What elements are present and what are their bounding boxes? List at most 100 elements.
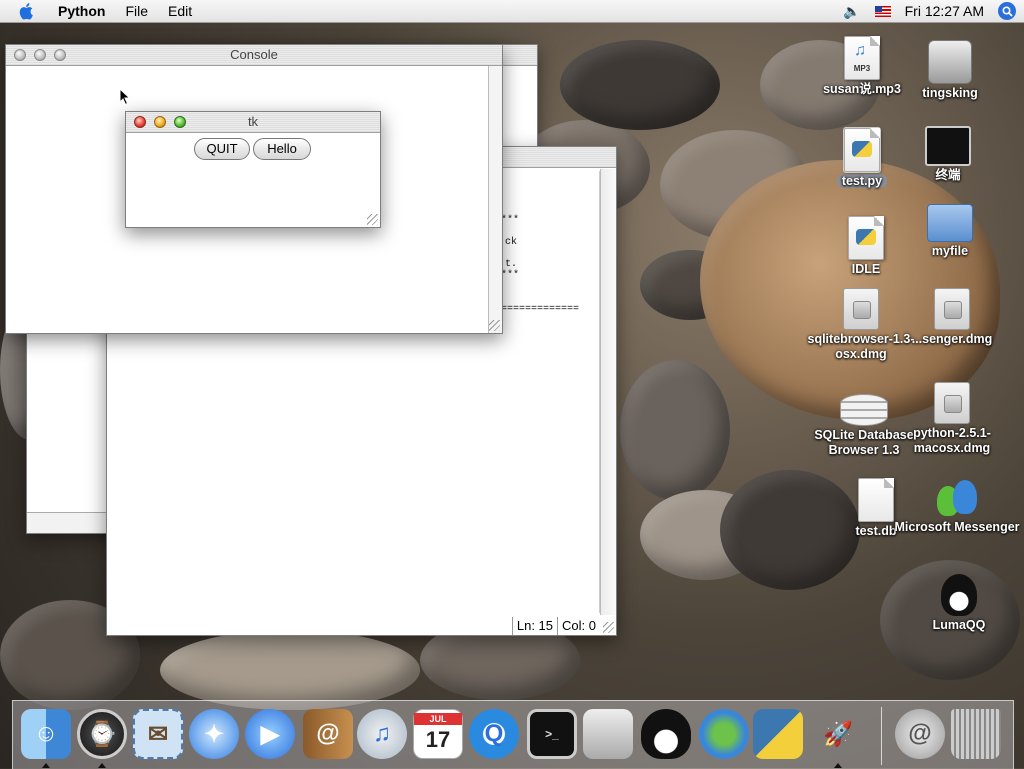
desktop-icon-mp3[interactable]: MP3 ♫ susan说.mp3 — [814, 36, 910, 97]
tk-titlebar[interactable]: tk — [126, 112, 380, 133]
zoom-button[interactable] — [54, 49, 66, 61]
menu-bar: Python File Edit 🔈 Fri 12:27 AM — [0, 0, 1024, 23]
disk-image-icon — [934, 382, 970, 424]
safari-dock-icon[interactable]: ✦ — [189, 709, 239, 759]
desktop-icon-test-py[interactable]: test.py — [814, 127, 910, 189]
tk-title: tk — [247, 114, 259, 129]
quit-button[interactable]: QUIT — [194, 138, 250, 160]
editor-line: *** — [501, 215, 520, 226]
icon-label: test.py — [836, 174, 888, 188]
minimize-button[interactable] — [154, 116, 166, 128]
line-number: Ln: 15 — [511, 617, 557, 635]
running-indicator — [834, 763, 842, 768]
icon-label: ...senger.dmg — [911, 332, 993, 346]
desktop-icon-idle[interactable]: IDLE — [818, 216, 914, 277]
mail-dock-icon[interactable]: ✉ — [133, 709, 183, 759]
column-number: Col: 0 — [557, 617, 600, 635]
editor-scrollbar[interactable] — [600, 169, 616, 615]
file-menu[interactable]: File — [115, 3, 158, 19]
resize-grip[interactable] — [603, 622, 614, 633]
tk-window[interactable]: tk QUIT Hello — [125, 111, 381, 228]
penguin-icon — [941, 574, 977, 616]
folder-icon — [927, 204, 973, 242]
rocket-dock-icon[interactable]: 🚀 — [813, 709, 863, 759]
database-icon — [840, 394, 888, 426]
us-flag-input-icon[interactable] — [874, 5, 891, 17]
mouse-cursor-icon — [119, 88, 131, 106]
finder-dock-icon[interactable]: ☺ — [21, 709, 71, 759]
editor-status-bar: Ln: 15 Col: 0 — [511, 617, 600, 635]
desktop-icon-sqlite-browser[interactable]: SQLite Database Browser 1.3 — [810, 394, 918, 458]
system-preferences-dock-icon[interactable] — [583, 709, 633, 759]
running-indicator — [98, 763, 106, 768]
console-titlebar[interactable]: Console — [6, 45, 502, 66]
console-scrollbar[interactable] — [488, 66, 502, 333]
address-book-dock-icon[interactable]: @ — [303, 709, 353, 759]
editor-line: ============= — [501, 304, 580, 315]
lumaqq-dock-icon[interactable] — [641, 709, 691, 759]
messenger-dock-icon[interactable] — [699, 709, 749, 759]
terminal-dock-icon[interactable]: >_ — [527, 709, 577, 759]
itunes-dock-icon[interactable]: ♫ — [357, 709, 407, 759]
quicktime-dock-icon[interactable]: Q — [469, 709, 519, 759]
desktop-icon-myfile[interactable]: myfile — [902, 200, 998, 259]
terminal-icon — [925, 126, 971, 166]
close-button[interactable] — [14, 49, 26, 61]
zoom-button[interactable] — [174, 116, 186, 128]
trash-dock-icon[interactable] — [951, 709, 1001, 759]
desktop-icon-messenger-dmg[interactable]: ...senger.dmg — [904, 288, 1000, 347]
dock: ☺ ⌚ ✉ ✦ ▶ @ ♫ JUL 17 Q >_ 🚀 @ — [12, 700, 1014, 769]
minimize-button[interactable] — [34, 49, 46, 61]
python-launcher-dock-icon[interactable] — [753, 709, 803, 759]
desktop-icon-terminal[interactable]: 终端 — [900, 126, 996, 183]
mp3-file-icon: MP3 ♫ — [844, 36, 880, 80]
dashboard-dock-icon[interactable]: ⌚ — [77, 709, 127, 759]
icon-label: sqlitebrowser-1.3-osx.dmg — [807, 332, 915, 361]
desktop-icon-hard-drive[interactable]: tingsking — [902, 40, 998, 101]
icon-label: LumaQQ — [932, 618, 986, 632]
desktop-icon-microsoft-messenger[interactable]: Microsoft Messenger — [890, 478, 1024, 535]
editor-line: ck — [505, 237, 518, 248]
editor-line: *** — [501, 270, 520, 281]
resize-grip[interactable] — [367, 214, 378, 225]
document-icon — [858, 478, 894, 522]
desktop-icon-python-dmg[interactable]: python-2.5.1-macosx.dmg — [904, 382, 1000, 456]
disk-image-icon — [934, 288, 970, 330]
app-menu[interactable]: Python — [48, 3, 115, 19]
volume-icon[interactable]: 🔈 — [843, 3, 860, 20]
running-indicator — [42, 763, 50, 768]
desktop-icon-sqlitebrowser-dmg[interactable]: sqlitebrowser-1.3-osx.dmg — [806, 288, 916, 362]
email-stamp-dock-icon[interactable]: @ — [895, 709, 945, 759]
disk-image-icon — [843, 288, 879, 330]
hard-drive-icon — [928, 40, 972, 84]
icon-label: Microsoft Messenger — [894, 520, 1020, 534]
close-button[interactable] — [134, 116, 146, 128]
edit-menu[interactable]: Edit — [158, 3, 202, 19]
clock[interactable]: Fri 12:27 AM — [905, 3, 984, 19]
icon-label: IDLE — [851, 262, 881, 276]
desktop-icon-lumaqq[interactable]: LumaQQ — [911, 574, 1007, 633]
messenger-icon — [935, 478, 979, 518]
calendar-day: 17 — [425, 727, 451, 752]
dock-separator — [881, 707, 882, 765]
idle-icon — [848, 216, 884, 260]
background-window-bottom-strip — [27, 512, 107, 533]
window-controls — [14, 49, 66, 61]
console-title: Console — [230, 47, 278, 62]
spotlight-icon[interactable] — [998, 2, 1016, 20]
python-file-icon — [843, 127, 881, 173]
icon-label: tingsking — [922, 86, 978, 100]
ichat-dock-icon[interactable]: ▶ — [245, 709, 295, 759]
apple-menu-icon[interactable] — [18, 2, 36, 20]
hello-button[interactable]: Hello — [253, 138, 311, 160]
calendar-month: JUL — [414, 713, 462, 725]
editor-line: t. — [505, 259, 518, 270]
icon-label: python-2.5.1-macosx.dmg — [913, 426, 991, 455]
icon-label: 终端 — [935, 168, 961, 182]
window-controls — [134, 116, 186, 128]
menu-extras: 🔈 Fri 12:27 AM — [843, 2, 1024, 20]
resize-grip[interactable] — [489, 320, 500, 331]
ical-dock-icon[interactable]: JUL 17 — [413, 709, 463, 759]
icon-label: susan说.mp3 — [823, 82, 901, 96]
icon-label: myfile — [931, 244, 969, 258]
